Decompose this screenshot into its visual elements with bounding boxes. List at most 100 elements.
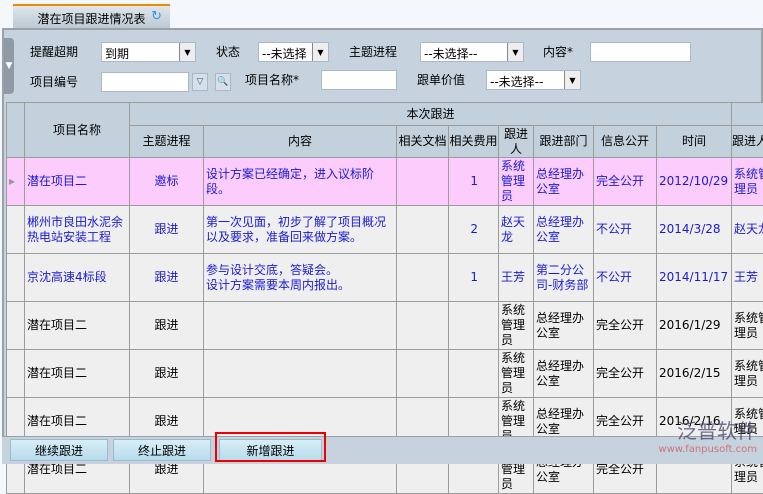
table-cell: 潜在项目二 bbox=[25, 158, 130, 206]
row-indicator bbox=[7, 350, 25, 398]
table-cell: 系统管理员 bbox=[499, 350, 534, 398]
topic-value: --未选择-- bbox=[424, 47, 477, 61]
table-cell: 系统管理员 bbox=[499, 302, 534, 350]
table-cell bbox=[204, 302, 397, 350]
col-header[interactable]: 跟进人 bbox=[732, 126, 763, 158]
table-cell: 设计方案已经确定，进入议标阶段。 bbox=[204, 158, 397, 206]
content-input[interactable] bbox=[590, 42, 691, 62]
table-row[interactable]: 郴州市良田水泥余热电站安装工程跟进第一次见面，初步了解了项目概况以及要求，准备回… bbox=[7, 206, 763, 254]
value-select[interactable]: --未选择--▼ bbox=[486, 70, 581, 90]
table-cell: 跟进 bbox=[130, 206, 204, 254]
row-indicator bbox=[7, 302, 25, 350]
table-cell: 王芳 bbox=[499, 254, 534, 302]
table-cell: 1 bbox=[449, 254, 499, 302]
project-no-label: 项目编号 bbox=[30, 73, 78, 90]
main-panel: ▼ 提醒超期 到期▼ 状态 --未选择▼ 主题进程 --未选择--▼ 内容* 项… bbox=[2, 28, 763, 464]
table-cell: 系统管理员 bbox=[732, 158, 763, 206]
action-bar: 继续跟进 终止跟进 新增跟进 bbox=[2, 436, 763, 464]
row-indicator-header bbox=[7, 103, 25, 158]
refresh-icon[interactable]: ↻ bbox=[151, 9, 162, 24]
col-header[interactable]: 跟进部门 bbox=[534, 126, 594, 158]
status-select[interactable]: --未选择 ▼ bbox=[258, 42, 329, 62]
table-cell: 2014/11/17 bbox=[657, 254, 732, 302]
table-cell: 2012/10/29 bbox=[657, 158, 732, 206]
col-header[interactable]: 时间 bbox=[657, 126, 732, 158]
table-cell: 邀标 bbox=[130, 158, 204, 206]
table-cell: 不公开 bbox=[594, 206, 657, 254]
value-value: --未选择-- bbox=[490, 75, 543, 89]
table-cell bbox=[397, 206, 449, 254]
chevron-down-icon: ▼ bbox=[507, 43, 523, 61]
highlight-box bbox=[215, 432, 326, 462]
table-cell: 2014/3/28 bbox=[657, 206, 732, 254]
row-indicator bbox=[7, 206, 25, 254]
table-row[interactable]: 潜在项目二跟进系统管理员总经理办公室完全公开2016/2/15系统管理员 bbox=[7, 350, 763, 398]
table-cell: 参与设计交底，答疑会。 设计方案需要本周内报出。 bbox=[204, 254, 397, 302]
col-header[interactable]: 跟进人 bbox=[499, 126, 534, 158]
table-cell bbox=[449, 350, 499, 398]
table-cell: 系统管理员 bbox=[499, 158, 534, 206]
table-cell: 跟进 bbox=[130, 302, 204, 350]
content-label: 内容* bbox=[543, 43, 573, 60]
table-cell: 京沈高速4标段 bbox=[25, 254, 130, 302]
col-header[interactable]: 相关文档 bbox=[397, 126, 449, 158]
watermark-logo: 泛普软件www.fanpusoft.com bbox=[658, 415, 757, 455]
table-cell bbox=[397, 350, 449, 398]
dropdown-icon[interactable]: ▽ bbox=[192, 73, 208, 91]
table-cell: 王芳 bbox=[732, 254, 763, 302]
project-name-label: 项目名称* bbox=[245, 71, 299, 88]
chevron-down-icon: ▼ bbox=[179, 43, 195, 61]
group-header: 本次跟进 bbox=[130, 103, 732, 126]
table-cell: 总经理办公室 bbox=[534, 302, 594, 350]
remind-value: 到期 bbox=[105, 47, 129, 61]
col-header[interactable]: 内容 bbox=[204, 126, 397, 158]
stop-follow-button[interactable]: 终止跟进 bbox=[113, 439, 211, 461]
value-label: 跟单价值 bbox=[417, 71, 465, 88]
table-cell: 完全公开 bbox=[594, 350, 657, 398]
table-cell: 系统管理员 bbox=[732, 302, 763, 350]
col-header-spacer bbox=[732, 103, 763, 126]
table-cell: 赵天龙 bbox=[499, 206, 534, 254]
table-cell: 不公开 bbox=[594, 254, 657, 302]
remind-select[interactable]: 到期 ▼ bbox=[101, 42, 196, 62]
table-cell: 总经理办公室 bbox=[534, 158, 594, 206]
table-cell: 跟进 bbox=[130, 254, 204, 302]
search-icon[interactable]: 🔍 bbox=[215, 73, 231, 91]
continue-follow-button[interactable]: 继续跟进 bbox=[10, 439, 108, 461]
table-cell: 完全公开 bbox=[594, 302, 657, 350]
row-indicator bbox=[7, 254, 25, 302]
table-cell: 2016/1/29 bbox=[657, 302, 732, 350]
table-row[interactable]: ▸潜在项目二邀标设计方案已经确定，进入议标阶段。1系统管理员总经理办公室完全公开… bbox=[7, 158, 763, 206]
table-cell: 2 bbox=[449, 206, 499, 254]
project-name-input[interactable] bbox=[321, 70, 397, 90]
col-header[interactable]: 主题进程 bbox=[130, 126, 204, 158]
remind-label: 提醒超期 bbox=[30, 43, 78, 60]
filter-icon[interactable]: ▼ bbox=[4, 38, 14, 94]
col-header[interactable]: 相关费用 bbox=[449, 126, 499, 158]
table-cell bbox=[204, 350, 397, 398]
table-cell: 系统管理员 bbox=[732, 350, 763, 398]
table-cell: 跟进 bbox=[130, 350, 204, 398]
table-cell: 1 bbox=[449, 158, 499, 206]
table-cell: 郴州市良田水泥余热电站安装工程 bbox=[25, 206, 130, 254]
table-cell bbox=[397, 158, 449, 206]
table-cell: 完全公开 bbox=[594, 158, 657, 206]
table-cell: 第一次见面，初步了解了项目概况以及要求，准备回来做方案。 bbox=[204, 206, 397, 254]
col-header[interactable]: 项目名称 bbox=[25, 103, 130, 158]
table-cell: 总经理办公室 bbox=[534, 350, 594, 398]
project-no-input[interactable] bbox=[101, 72, 189, 92]
table-cell bbox=[397, 302, 449, 350]
row-indicator: ▸ bbox=[7, 158, 25, 206]
tab-follow-up-report[interactable]: 潜在项目跟进情况表 ↻ bbox=[13, 4, 170, 30]
topic-select[interactable]: --未选择-- ▼ bbox=[420, 42, 524, 62]
chevron-down-icon: ▼ bbox=[312, 43, 328, 61]
col-header[interactable]: 信息公开 bbox=[594, 126, 657, 158]
table-row[interactable]: 潜在项目二跟进系统管理员总经理办公室完全公开2016/1/29系统管理员 bbox=[7, 302, 763, 350]
table-row[interactable]: 京沈高速4标段跟进参与设计交底，答疑会。 设计方案需要本周内报出。1王芳第二分公… bbox=[7, 254, 763, 302]
table-cell: 赵天龙 bbox=[732, 206, 763, 254]
table-cell bbox=[449, 302, 499, 350]
status-value: --未选择 bbox=[262, 47, 307, 61]
table-cell: 潜在项目二 bbox=[25, 302, 130, 350]
table-cell: 潜在项目二 bbox=[25, 350, 130, 398]
tab-title: 潜在项目跟进情况表 bbox=[37, 10, 145, 27]
